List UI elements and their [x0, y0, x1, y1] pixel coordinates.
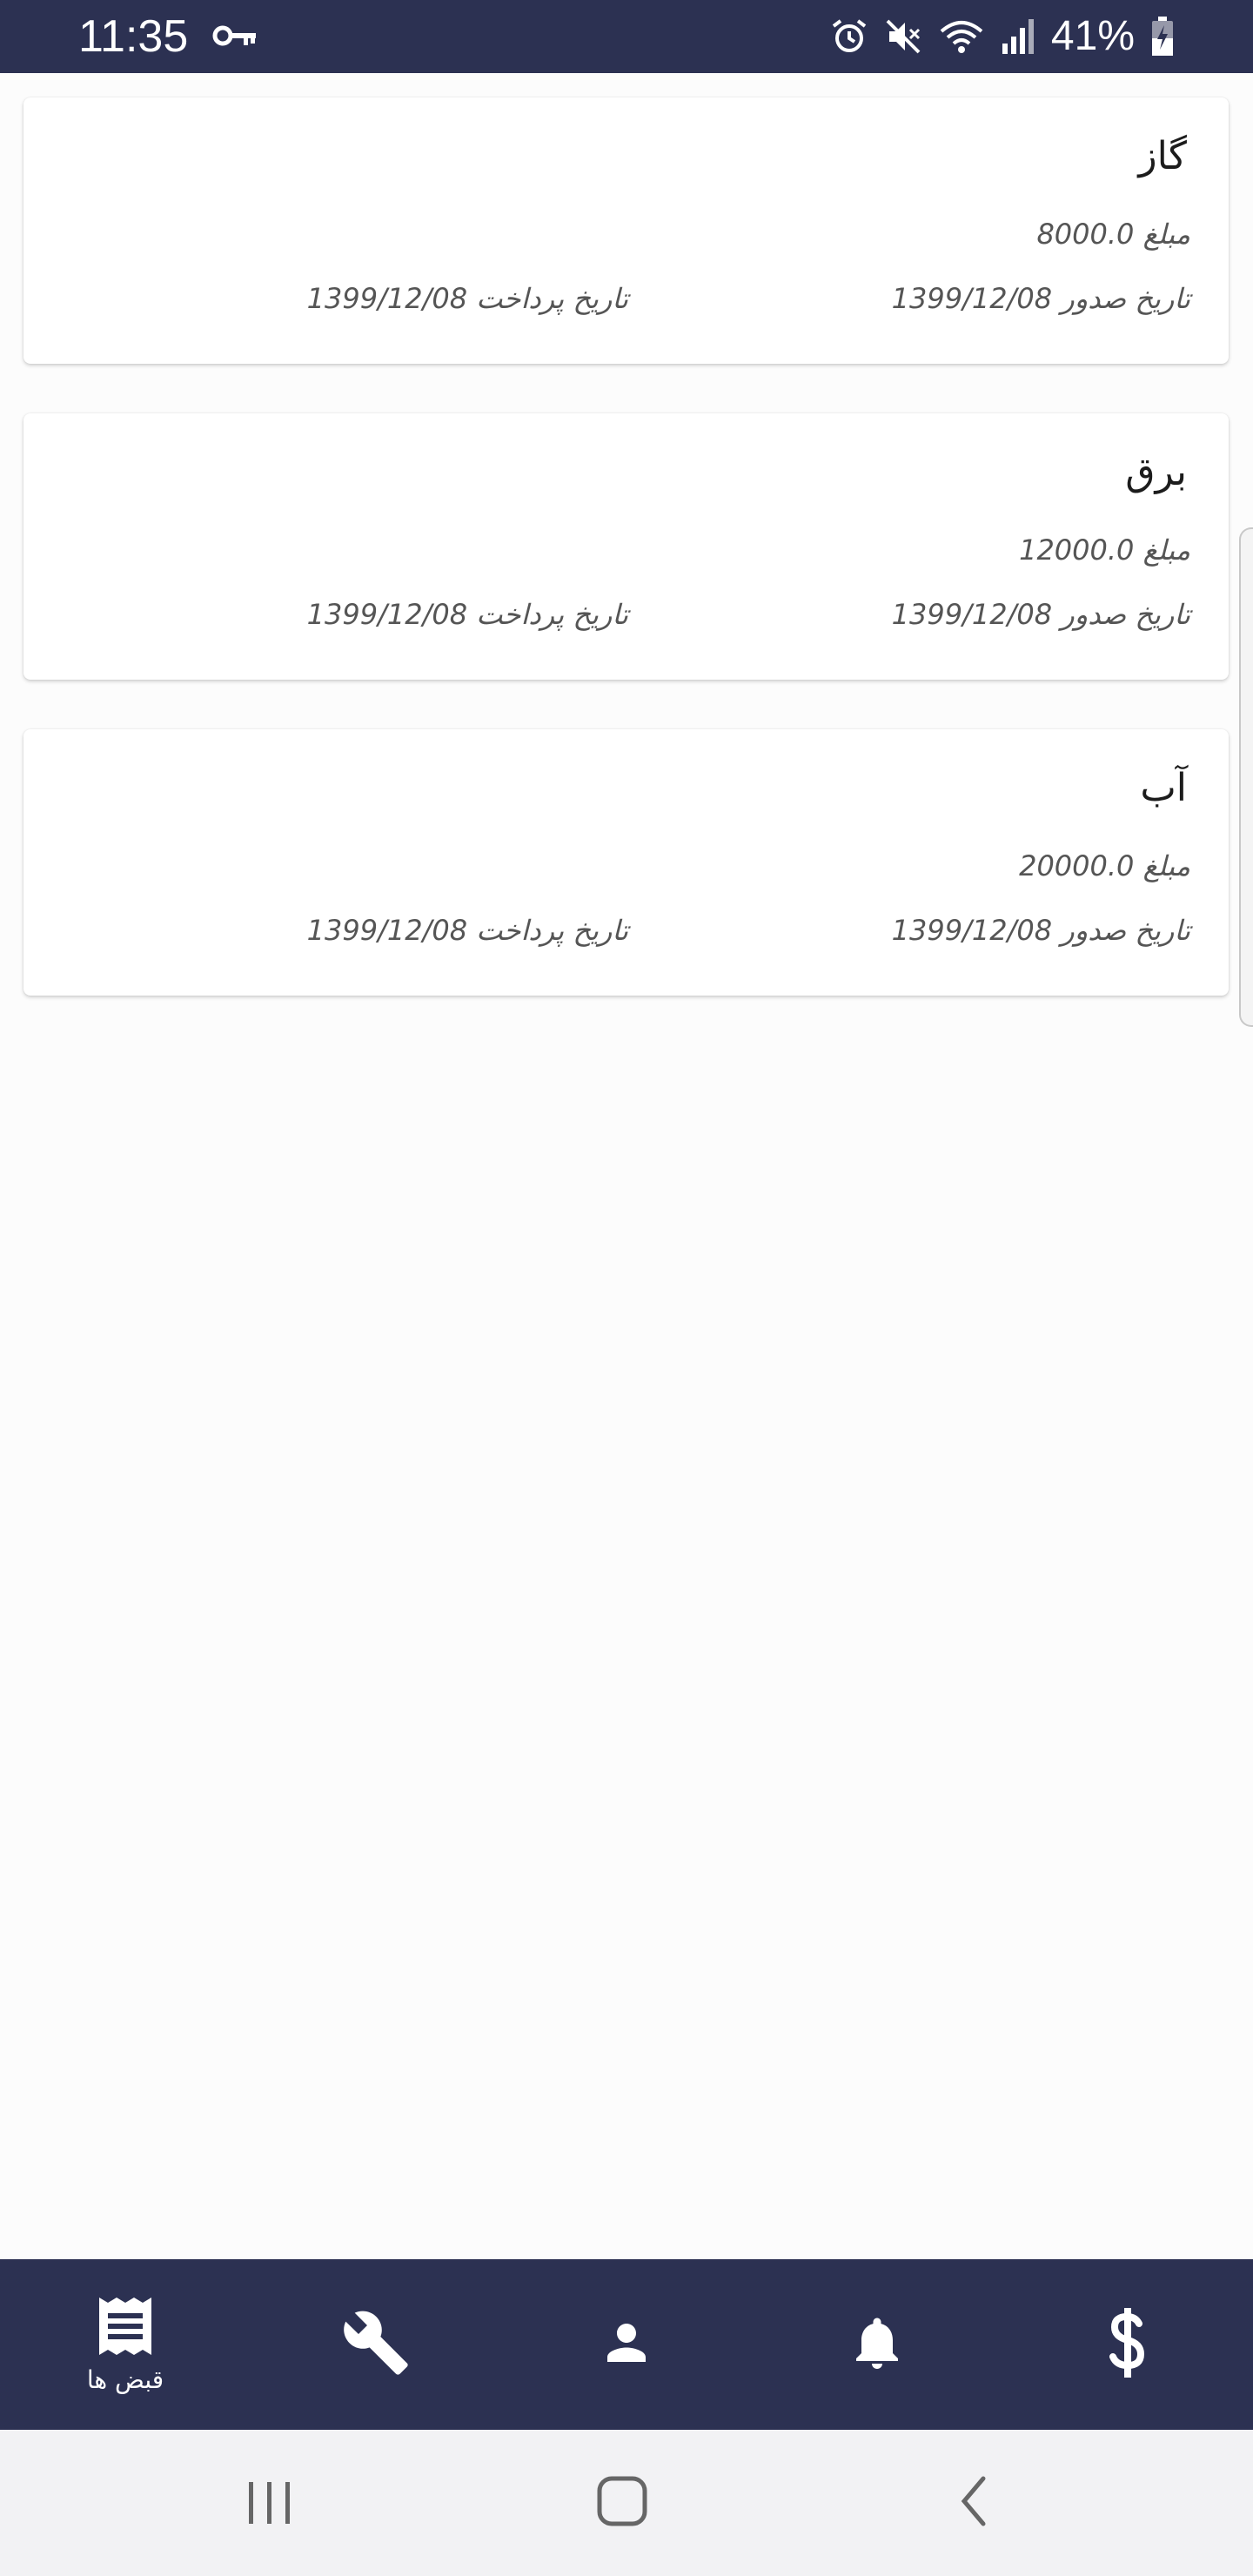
- status-bar: 11:35 41%: [0, 0, 1253, 73]
- key-icon: [212, 21, 258, 54]
- dollar-icon: [1106, 2308, 1149, 2381]
- bill-pay-date: تاریخ پرداخت 1399/12/08: [306, 598, 628, 631]
- scroll-handle[interactable]: [1239, 527, 1253, 1027]
- signal-icon: [1001, 17, 1035, 56]
- wrench-icon: [341, 2308, 411, 2381]
- nav-item-services[interactable]: [251, 2259, 501, 2430]
- bill-issue-date: تاریخ صدور 1399/12/08: [891, 914, 1190, 947]
- alarm-icon: [830, 17, 868, 56]
- bill-issue-date: تاریخ صدور 1399/12/08: [891, 282, 1190, 315]
- receipt-icon: [97, 2296, 154, 2360]
- home-icon[interactable]: [592, 2470, 654, 2536]
- bill-title: گاز: [1138, 134, 1187, 178]
- android-nav-bar: [0, 2430, 1253, 2576]
- status-icons: 41%: [830, 10, 1175, 63]
- bill-pay-date: تاریخ پرداخت 1399/12/08: [306, 282, 628, 315]
- person-icon: [598, 2314, 655, 2375]
- nav-item-notifications[interactable]: [752, 2259, 1002, 2430]
- nav-item-payment[interactable]: [1002, 2259, 1253, 2430]
- bill-title: آب: [1140, 766, 1187, 810]
- nav-label-bills: قبض ها: [86, 2365, 164, 2394]
- status-time: 11:35: [78, 11, 189, 62]
- bill-amount: مبلغ 8000.0: [1036, 218, 1190, 251]
- bill-pay-date: تاریخ پرداخت 1399/12/08: [306, 914, 628, 947]
- battery-icon: [1150, 17, 1175, 57]
- bill-card-electricity[interactable]: برق مبلغ 12000.0 تاریخ صدور 1399/12/08 ت…: [23, 413, 1229, 680]
- battery-percent: 41%: [1050, 13, 1135, 59]
- bill-amount: مبلغ 12000.0: [1019, 533, 1190, 567]
- bill-card-water[interactable]: آب مبلغ 20000.0 تاریخ صدور 1399/12/08 تا…: [23, 729, 1229, 996]
- wifi-icon: [938, 17, 985, 56]
- back-icon[interactable]: [950, 2470, 997, 2536]
- mute-icon: [884, 17, 922, 56]
- bill-card-gas[interactable]: گاز مبلغ 8000.0 تاریخ صدور 1399/12/08 تا…: [23, 97, 1229, 364]
- nav-item-profile[interactable]: [501, 2259, 752, 2430]
- bell-icon: [846, 2310, 908, 2379]
- recents-icon[interactable]: [244, 2470, 296, 2536]
- bill-amount: مبلغ 20000.0: [1019, 849, 1190, 882]
- bill-title: برق: [1125, 450, 1187, 494]
- bill-issue-date: تاریخ صدور 1399/12/08: [891, 598, 1190, 631]
- nav-item-bills[interactable]: قبض ها: [0, 2259, 251, 2430]
- bottom-navigation: قبض ها: [0, 2259, 1253, 2430]
